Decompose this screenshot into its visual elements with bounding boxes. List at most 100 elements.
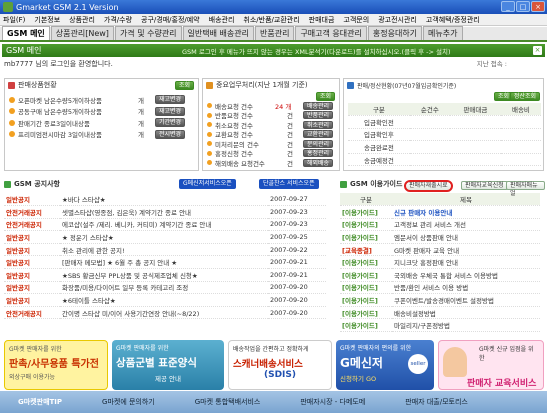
table-row[interactable]: [이용가이드] 엠문서이 상품판매 안내 — [340, 230, 540, 244]
promo-banner-template[interactable]: G마켓 판매자를 위한 상품군별 표준양식 제공 안내 — [112, 340, 224, 390]
table-row[interactable]: [이용가이드] 쿠폰이벤트/발송경매이벤트 설정방법 — [340, 293, 540, 307]
tab-add-menu[interactable]: 메뉴추가 — [423, 26, 463, 40]
table-row[interactable]: [교육종결] G마켓 판매자 교육 안내 — [340, 243, 540, 257]
title-bar: Gmarket GSM 2.1 Version _ □ × — [0, 0, 547, 14]
list-item: 공동구매 남은수량5개이하상품 개 재고변경 — [5, 106, 198, 118]
bargain-manage-button[interactable]: 홍정관리 — [303, 149, 334, 158]
table-row[interactable]: [이용가이드] 고객정보 관리 서비스 개선 — [340, 218, 540, 232]
tab-bargain[interactable]: 홍정응대하기 — [367, 26, 423, 40]
gsm-main-header: GSM 메인 GSM 로그인 후 메뉴가 뜨지 않는 경우는 XML분석기(다운… — [2, 44, 545, 57]
maximize-button[interactable]: □ — [516, 1, 530, 12]
important-tasks-panel: 중요업무처리(지난 1개월 기준) 조회 배송요청 건수 24 개 배송관리 반… — [202, 78, 340, 171]
table-row[interactable]: 일반공지 취소 관리에 관한 공지! 2007-09-22 — [4, 243, 326, 257]
table-row[interactable]: 일반공지 ★ 정운기 스타샵★ 2007-09-25 — [4, 230, 326, 244]
product-icon — [8, 81, 15, 89]
item-label: 판매기간 종료3일이내상품 — [18, 119, 90, 128]
seller-education-tab[interactable]: 판매자교육신청 — [461, 181, 508, 190]
close-icon[interactable]: × — [533, 46, 542, 55]
promo-banner-supplies[interactable]: G마켓 판매자를 위한 판촉/사무용품 특가전 외상구매 이용가능 — [4, 340, 108, 390]
window-title: Gmarket GSM 2.1 Version — [16, 2, 119, 12]
tab-product-management[interactable]: 상품관리[New] — [50, 26, 114, 40]
table-header: 구분 순건수 판매대금 배송비 — [348, 103, 541, 117]
list-item: 교환요청 건수 건 교환관리 — [203, 130, 339, 139]
menu-item-products[interactable]: 상품관리 — [69, 15, 95, 25]
tab-strip: GSM 메인 상품관리[New] 가격 및 수량관리 일반택배 배송관리 반품관… — [0, 26, 547, 42]
list-item: 판매기간 종료3일이내상품 개 기간변경 — [5, 117, 198, 129]
settlement-table: 구분 순건수 판매대금 배송비 입금확인전 입금확인후 송금완료전 송금예정건 — [348, 103, 541, 167]
table-row[interactable]: 안전거래공지 에코샵(설주 /제리. 베니카, 커티미) 계약기간 종료 안내 20… — [4, 218, 326, 232]
seller-market-link[interactable]: 판매자시장 - 다메도메 — [300, 397, 365, 407]
seller-loan-link[interactable]: 판매자 대출/모토리스 — [405, 397, 468, 407]
menu-item-price-qty[interactable]: 가격/수량 — [104, 15, 132, 25]
xml-install-notice[interactable]: GSM 로그인 후 메뉴가 뜨지 않는 경우는 XML분석기(다운로드)를 설치… — [182, 46, 451, 56]
table-row[interactable]: 일반공지 ★6테이틀 스타샵★ 2007-09-20 — [4, 293, 326, 307]
seller-manual-tab[interactable]: 판매자매뉴얼 — [506, 181, 545, 197]
table-row[interactable]: [이용가이드] 배송비설정방법 — [340, 306, 540, 320]
table-row[interactable]: [이용가이드] 신규 판매자 이용안내 — [340, 205, 540, 219]
promo-banner-gmessenger[interactable]: G마켓 판매자의 편의를 위한 G메신저 신청하기 GO seller — [336, 340, 434, 390]
table-row[interactable]: 일반공지 ★SBS 황금신부 PPL상품 및 공식제조업체 신청★ 2007-09-… — [4, 268, 326, 282]
bullet-icon — [207, 160, 212, 166]
tab-gsm-main[interactable]: GSM 메인 — [2, 26, 50, 40]
cancel-manage-button[interactable]: 취소관리 — [303, 120, 334, 129]
table-row[interactable]: 안전거래공지 간이명 스타샵 미/이어 사용기간연장 안내(~8/22) 2007-… — [4, 306, 326, 320]
menu-item-file[interactable]: 파일(F) — [3, 15, 25, 25]
regular-chance-button[interactable]: 단골찬스 서비스오픈 — [259, 179, 319, 189]
table-row[interactable]: [이용가이드] 지니크닷 홍정판매 안내 — [340, 255, 540, 270]
promo-banner-sdis[interactable]: 배송작업을 간편하고 정확하게 스캐너배송서비스 (SDIS) — [228, 340, 332, 390]
menu-item-basic-info[interactable]: 기본정보 — [34, 15, 60, 25]
menu-item-shipping[interactable]: 배송관리 — [209, 15, 235, 25]
table-row: 송금예정건 — [348, 153, 541, 167]
list-item: 홍정신청 건수 건 홍정관리 — [203, 149, 339, 158]
menu-item-benefits[interactable]: 고객혜택/증정관리 — [426, 15, 480, 25]
table-row: 입금확인전 — [348, 115, 541, 129]
tab-price-qty[interactable]: 가격 및 수량관리 — [114, 26, 182, 40]
settlement-detail-button[interactable]: 정산조회 — [509, 92, 540, 101]
period-change-button[interactable]: 기간변경 — [155, 118, 186, 128]
bottom-tip-bar: G마켓판매TIP G마켓에 문의하기 G마켓 통합택배서비스 판매자시장 - 다… — [0, 391, 547, 413]
guide-panel-title: GSM 이용가이드 — [350, 180, 403, 188]
inquiry-manage-button[interactable]: 문의관리 — [303, 139, 334, 148]
sales-search-button[interactable]: 조회 — [174, 80, 194, 90]
menu-item-inquiry[interactable]: 고객문의 — [343, 15, 369, 25]
return-manage-button[interactable]: 반품관리 — [303, 111, 334, 120]
table-row[interactable]: [이용가이드] 반품/환인 서비스 이용 방법 — [340, 281, 540, 295]
table-row[interactable]: 안전거래공지 셋별스타샵(영종점, 김은욱) 계약기간 종료 안내 2007-09-… — [4, 205, 326, 219]
integrated-delivery-link[interactable]: G마켓 통합택배서비스 — [195, 397, 261, 407]
task-icon — [206, 81, 213, 89]
menu-item-group-buy[interactable]: 공구/경매/홍정/예약 — [141, 15, 200, 25]
menu-item-payment[interactable]: 판매대금 — [309, 15, 335, 25]
shipping-manage-button[interactable]: 배송관리 — [303, 101, 334, 110]
stock-change-button[interactable]: 재고변경 — [155, 95, 186, 105]
exchange-manage-button[interactable]: 교환관리 — [303, 130, 334, 139]
tasks-search-button[interactable]: 조회 — [315, 92, 335, 101]
minimize-button[interactable]: _ — [501, 1, 515, 12]
menu-item-ads[interactable]: 광고전시관리 — [378, 15, 417, 25]
seller-material-tab[interactable]: 판매자재출시료 — [404, 180, 453, 192]
contact-gmarket-link[interactable]: G마켓에 문의하기 — [102, 397, 155, 407]
table-row[interactable]: 일반공지 [판매자 메모법] ★ 6월 주 총 공지 안내 ★ 2007-09-21 — [4, 255, 326, 270]
bullet-icon — [207, 150, 212, 156]
tab-returns[interactable]: 반품관리 — [254, 26, 295, 40]
display-change-button[interactable]: 전시변경 — [155, 129, 186, 139]
menu-item-cancel-return[interactable]: 취소/반품/교환관리 — [243, 15, 299, 25]
table-row[interactable]: [이용가이드] 국외배송 우체국 통합 서비스 이용방법 — [340, 268, 540, 282]
close-window-button[interactable]: × — [531, 1, 545, 12]
table-row[interactable]: 일반공지 화장품/미용/다이어트 일부 등록 카테고리 조정 2007-09-20 — [4, 281, 326, 295]
promo-banner-education[interactable]: G마켓 신규 입점을 위한 판매자 교육서비스 — [438, 340, 544, 390]
gsm-main-title: GSM 메인 — [6, 46, 42, 55]
settlement-panel: 판매/정산현황(07년07월입금확인기준) 조회 정산조회 구분 순건수 판매대… — [343, 78, 544, 171]
list-item: 미처리문의 건수 건 문의관리 — [203, 139, 339, 149]
notice-panel: GSM 공지사항 G메신저서비스오픈 단골찬스 서비스오픈 일반공지 ★바다 스타… — [4, 178, 334, 338]
bullet-icon — [207, 131, 212, 137]
notice-panel-title: GSM 공지사항 — [14, 180, 60, 188]
overseas-shipping-button[interactable]: 해외배송 — [303, 158, 334, 167]
tab-customer-response[interactable]: 구매고객 응대관리 — [295, 26, 367, 40]
table-row[interactable]: 일반공지 ★바다 스타샵★ 2007-09-27 — [4, 193, 326, 207]
tab-shipping[interactable]: 일반택배 배송관리 — [182, 26, 254, 40]
table-row[interactable]: [이용가이드] 마일리지/구폰정방법 — [340, 318, 540, 333]
bullet-icon — [207, 141, 212, 147]
gmessenger-open-button[interactable]: G메신저서비스오픈 — [179, 179, 236, 189]
seller-badge-icon: seller — [408, 354, 428, 374]
stock-change-button[interactable]: 재고변경 — [155, 106, 186, 116]
